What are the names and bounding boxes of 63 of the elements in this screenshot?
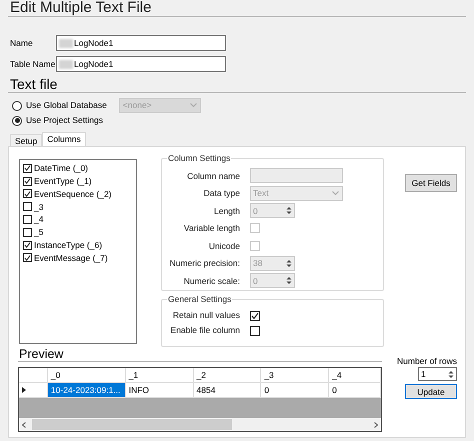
checkbox[interactable] (250, 310, 260, 320)
checklist-item[interactable]: _5 (34, 227, 44, 238)
field-label: Retain null values (172, 310, 241, 321)
redaction-blur (59, 38, 73, 48)
checklist-item[interactable]: EventMessage (_7) (34, 252, 108, 264)
redaction-blur (59, 60, 73, 68)
section-heading: Text file (8, 77, 466, 93)
dropdown-caret-icon (190, 103, 197, 108)
radio-label: Use Global Database (26, 100, 107, 111)
update-button[interactable]: Update (405, 384, 457, 400)
tab[interactable]: Columns (42, 132, 86, 146)
radio-button[interactable] (12, 116, 22, 126)
checklist-item[interactable]: InstanceType (_6) (34, 240, 102, 250)
table-cell: 0 (261, 383, 330, 398)
horizontal-scrollbar[interactable] (19, 418, 381, 431)
scroll-thumb[interactable] (32, 419, 232, 430)
dropdown-caret-icon (332, 190, 339, 196)
group-title: General Settings (167, 294, 232, 304)
checklist-item[interactable]: _3 (34, 202, 44, 212)
window-title: Edit Multiple Text File (8, 0, 466, 17)
spin-field[interactable]: 1 (418, 367, 457, 382)
table-cell: 10-24-2023:09:1... (48, 383, 126, 398)
field-label: Numeric scale: (182, 276, 241, 286)
get-fields-button[interactable]: Get Fields (405, 174, 457, 192)
field-label: Length (213, 206, 241, 216)
field-label: Table Name (9, 58, 56, 70)
column-checklist[interactable]: DateTime (_0) EventType (_1) EventSequence (_2) _3 _4 _5 InstanceType (_6) EventMessage (_7) (19, 159, 137, 344)
checkbox[interactable] (23, 253, 32, 262)
current-row-icon (22, 387, 26, 393)
table-cell: 4854 (194, 383, 262, 398)
checkbox[interactable] (23, 176, 32, 186)
checklist-item[interactable]: EventSequence (_2) (34, 188, 112, 200)
checkbox[interactable] (23, 164, 32, 173)
tab[interactable]: Setup (10, 134, 42, 146)
checkbox[interactable] (23, 215, 32, 224)
name-field[interactable]: LogNode1 (56, 35, 226, 51)
scroll-right-icon[interactable] (374, 422, 378, 428)
field-label: Column name (186, 170, 241, 181)
checklist-item[interactable]: _4 (34, 214, 44, 225)
checklist-item[interactable]: EventType (_1) (34, 176, 92, 186)
field-label: Numeric precision: (168, 258, 241, 268)
spin-arrows-icon[interactable] (448, 370, 454, 379)
group-title: Column Settings (167, 153, 232, 164)
table-name-field[interactable]: LogNode1 (56, 56, 226, 72)
field-label: Variable length (182, 223, 241, 234)
table-cell: 0 (329, 383, 381, 398)
field-label: Number of rows (397, 356, 457, 366)
field-label: Unicode (208, 240, 241, 251)
radio-button[interactable] (12, 100, 22, 110)
field-label: Data type (202, 188, 241, 198)
section-heading: Preview (18, 347, 382, 362)
table-cell: INFO (126, 383, 194, 398)
data-grid[interactable]: _0 _1 _2 _3 _4 10-24-2023:09:1... INFO 4854 0 0 (18, 367, 382, 432)
checkbox[interactable] (23, 189, 32, 198)
checkbox[interactable] (23, 228, 32, 237)
radio-label: Use Project Settings (26, 115, 104, 126)
checkbox[interactable] (250, 326, 260, 336)
scroll-left-icon[interactable] (22, 422, 26, 428)
field-label: Enable file column (170, 325, 241, 336)
checkbox[interactable] (23, 240, 32, 250)
checklist-item[interactable]: DateTime (_0) (34, 163, 88, 174)
field-label: Name (9, 38, 34, 48)
checkbox[interactable] (23, 202, 32, 212)
